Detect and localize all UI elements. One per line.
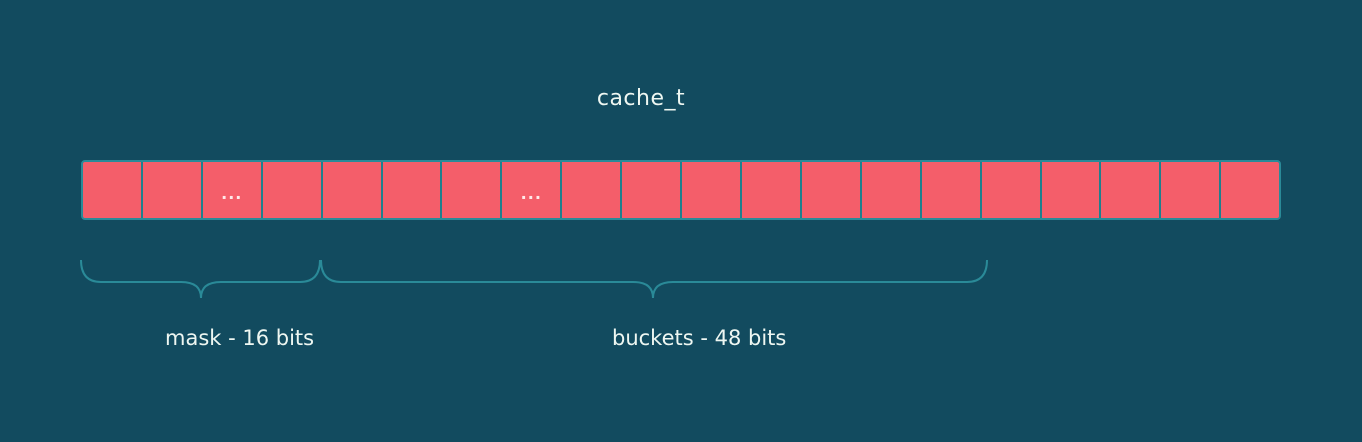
- mask-brace: [80, 259, 321, 299]
- braces-layer: [80, 259, 988, 299]
- buckets-brace: [320, 259, 988, 299]
- buckets-label: buckets - 48 bits: [612, 326, 787, 350]
- mask-label: mask - 16 bits: [165, 326, 315, 350]
- diagram-canvas: cache_t ...... mask - 16 bits buckets - …: [0, 0, 1362, 442]
